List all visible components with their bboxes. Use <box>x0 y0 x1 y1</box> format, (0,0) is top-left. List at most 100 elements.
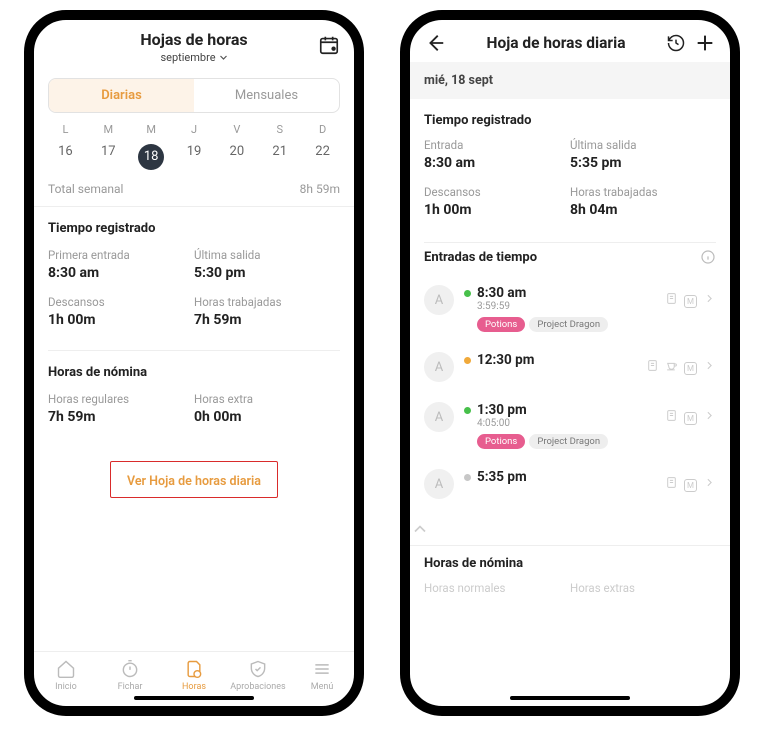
worked-label: Horas trabajadas <box>194 295 340 309</box>
week-strip: L 16M17M 18 J 19 V 20S21D 22 <box>34 113 354 170</box>
tag: Project Dragon <box>529 434 608 449</box>
calendar-button[interactable] <box>318 34 340 56</box>
day-label: M <box>130 123 173 136</box>
date-bar: mié, 18 sept <box>410 62 730 99</box>
extra-label: Horas extra <box>194 392 340 406</box>
payroll-section: Horas de nómina Horas normales Horas ext… <box>410 545 730 622</box>
time-entry[interactable]: A 8:30 am 3:59:59 PotionsProject Dragon … <box>410 275 730 342</box>
segment-daily[interactable]: Diarias <box>49 79 194 112</box>
regular-label: Horas regulares <box>48 392 194 406</box>
tag: Project Dragon <box>529 317 608 332</box>
collapse-button[interactable] <box>410 509 730 545</box>
time-entry[interactable]: A 12:30 pm M <box>410 342 730 392</box>
week-total-label: Total semanal <box>48 182 123 196</box>
phone-timesheets: Hojas de horas septiembre Diarias Mensua… <box>24 10 364 716</box>
first-in-label: Primera entrada <box>48 248 194 262</box>
shield-icon <box>248 659 268 679</box>
home-icon <box>56 659 76 679</box>
home-indicator <box>134 696 254 700</box>
chev-icon <box>703 476 716 489</box>
page-title: Hoja de horas diaria <box>454 34 658 52</box>
chev-icon <box>703 292 716 305</box>
day-cell[interactable]: L 16 <box>44 123 87 170</box>
day-number: 18 <box>138 144 164 170</box>
add-button[interactable] <box>694 32 716 54</box>
entries-title: Entradas de tiempo <box>424 250 537 265</box>
M-icon: M <box>684 289 697 308</box>
section-title: Tiempo registrado <box>424 113 716 128</box>
entry-time: 1:30 pm <box>477 402 527 418</box>
month-selector[interactable]: septiembre <box>48 51 340 64</box>
entry-icons: M <box>646 356 716 375</box>
day-cell[interactable]: V 20 <box>215 123 258 170</box>
day-cell[interactable]: M17 <box>87 123 130 170</box>
note-icon <box>665 292 678 305</box>
tab-menu[interactable]: Menú <box>290 658 354 692</box>
M-icon: M <box>684 473 697 492</box>
entry-icons: M <box>665 406 716 425</box>
avatar: A <box>424 402 454 432</box>
entry-icons: M <box>665 289 716 308</box>
worked-value: 7h 59m <box>194 312 340 328</box>
entries-header: Entradas de tiempo <box>410 243 730 275</box>
stopwatch-icon <box>120 659 140 679</box>
day-label: D <box>301 123 344 136</box>
back-button[interactable] <box>424 32 446 54</box>
tab-label: Menú <box>290 682 354 692</box>
day-number: 20 <box>215 144 258 159</box>
tab-approvals[interactable]: Aprobaciones <box>226 658 290 692</box>
time-entry[interactable]: A 5:35 pm M <box>410 459 730 509</box>
worked-label: Horas trabajadas <box>570 185 716 199</box>
entry-duration: 3:59:59 <box>477 301 655 312</box>
arrow-left-icon <box>424 32 446 54</box>
day-label: M <box>87 123 130 136</box>
worked-value: 8h 04m <box>570 202 716 218</box>
status-dot <box>464 290 471 297</box>
in-value: 8:30 am <box>424 155 570 171</box>
tab-hours[interactable]: Horas <box>162 658 226 692</box>
day-number: 19 <box>173 144 216 159</box>
entry-time: 8:30 am <box>477 285 526 301</box>
day-number: 22 <box>301 144 344 159</box>
header: Hoja de horas diaria <box>410 20 730 62</box>
note-icon <box>665 476 678 489</box>
info-icon[interactable] <box>700 249 716 265</box>
payroll-section: Horas de nómina Horas regulares7h 59m Ho… <box>34 351 354 443</box>
view-daily-link[interactable]: Ver Hoja de horas diaria <box>127 474 261 489</box>
last-out-value: 5:30 pm <box>194 265 340 281</box>
in-label: Entrada <box>424 138 570 152</box>
segment-monthly[interactable]: Mensuales <box>194 79 339 112</box>
day-label: V <box>215 123 258 136</box>
out-label: Última salida <box>570 138 716 152</box>
header: Hojas de horas septiembre <box>34 20 354 68</box>
tab-clockin[interactable]: Fichar <box>98 658 162 692</box>
day-cell[interactable]: S21 <box>258 123 301 170</box>
chevron-up-icon <box>410 519 430 539</box>
phone-daily-timesheet: Hoja de horas diaria mié, 18 sept Tiempo… <box>400 10 740 716</box>
breaks-value: 1h 00m <box>48 312 194 328</box>
history-icon <box>666 33 686 53</box>
extra-label: Horas extras <box>570 581 716 595</box>
tab-label: Horas <box>162 682 226 692</box>
day-cell[interactable]: M 18 <box>130 123 173 170</box>
tab-home[interactable]: Inicio <box>34 658 98 692</box>
day-label: L <box>44 123 87 136</box>
entry-time: 5:35 pm <box>477 469 527 485</box>
tag: Potions <box>477 317 525 332</box>
day-cell[interactable]: J 19 <box>173 123 216 170</box>
time-entry[interactable]: A 1:30 pm 4:05:00 PotionsProject Dragon … <box>410 392 730 459</box>
day-cell[interactable]: D 22 <box>301 123 344 170</box>
entry-icons: M <box>665 473 716 492</box>
day-label: J <box>173 123 216 136</box>
highlight-annotation: Ver Hoja de horas diaria <box>110 461 278 498</box>
day-number: 16 <box>44 144 87 159</box>
link-row: Ver Hoja de horas diaria <box>110 461 278 498</box>
history-button[interactable] <box>666 33 686 53</box>
calendar-icon <box>318 34 340 56</box>
regular-value: 7h 59m <box>48 409 194 425</box>
normal-label: Horas normales <box>424 581 570 595</box>
section-title: Horas de nómina <box>424 556 716 571</box>
avatar: A <box>424 352 454 382</box>
note-icon <box>665 409 678 422</box>
time-registered-section: Tiempo registrado Entrada 8:30 am Última … <box>410 99 730 238</box>
